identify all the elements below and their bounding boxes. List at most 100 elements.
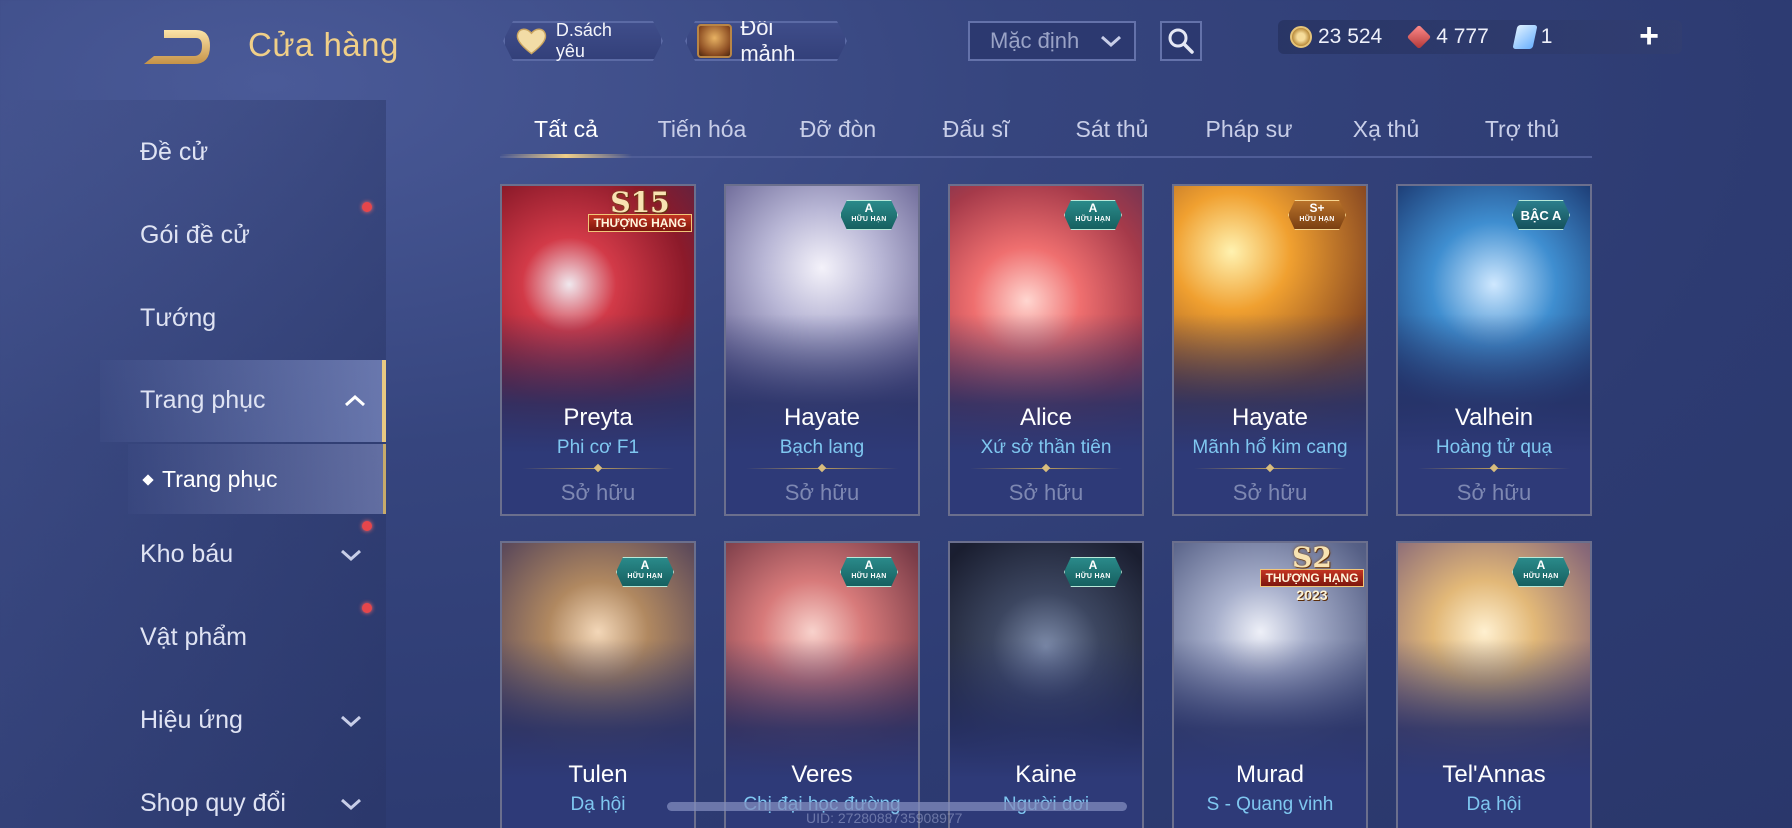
plus-icon: +	[1639, 17, 1659, 55]
skin-name: Dạ hội	[1466, 794, 1522, 815]
back-button[interactable]	[140, 24, 216, 70]
sidebar-item-label: Trang phục	[162, 466, 278, 492]
tab-tank[interactable]: Đỡ đòn	[800, 116, 876, 143]
chevron-down-icon	[1101, 35, 1121, 48]
notification-dot	[362, 521, 372, 531]
favorites-button[interactable]: D.sách yêu	[503, 21, 663, 61]
owned-status: Sở hữu	[784, 480, 860, 505]
sidebar-item-label: Vật phẩm	[140, 623, 248, 651]
tab-marksman[interactable]: Xạ thủ	[1353, 116, 1420, 143]
chevron-down-icon	[341, 549, 361, 561]
sidebar-item-skins[interactable]: Trang phục	[140, 386, 365, 415]
skin-name: Mãnh hổ kim cang	[1192, 437, 1348, 458]
sidebar-item-label: Tướng	[140, 304, 217, 332]
notification-dot	[362, 603, 372, 613]
sidebar-item-label: Shop quy đổi	[140, 789, 286, 817]
skin-card[interactable]: S2 THƯỢNG HẠNG 2023 Murad S - Quang vinh	[1172, 541, 1368, 828]
tab-support[interactable]: Trợ thủ	[1485, 116, 1559, 143]
season-badge: S2 THƯỢNG HẠNG 2023	[1256, 543, 1366, 603]
sidebar-item-label: Đề cử	[140, 138, 209, 166]
tab-evolution[interactable]: Tiến hóa	[658, 116, 747, 143]
owned-status: Sở hữu	[1008, 480, 1084, 505]
card-divider	[746, 468, 898, 469]
skin-card[interactable]: A HỮU HẠN Tel'Annas Dạ hội	[1396, 541, 1592, 828]
card-divider	[970, 468, 1122, 469]
rarity-badge: A HỮU HẠN	[840, 200, 898, 230]
skin-card[interactable]: A HỮU HẠN Alice Xứ sở thần tiên Sở hữu	[948, 184, 1144, 516]
tabs-divider	[500, 156, 1592, 158]
tab-assassin[interactable]: Sát thủ	[1076, 116, 1149, 143]
category-tabs: Tất cả Tiến hóa Đỡ đòn Đấu sĩ Sát thủ Ph…	[500, 106, 1592, 158]
top-up-button[interactable]: +	[1632, 17, 1666, 55]
skin-card[interactable]: AHỮU HẠN Veres Chị đại học đường	[724, 541, 920, 828]
sidebar-item-label: Gói đề cử	[140, 221, 250, 249]
skin-card[interactable]: S+ HỮU HẠN Hayate Mãnh hổ kim cang Sở hữu	[1172, 184, 1368, 516]
sidebar-item-recommended-bundles[interactable]: Gói đề cử	[140, 221, 250, 250]
voucher-currency: 4 777	[1407, 24, 1489, 50]
tab-fighter[interactable]: Đấu sĩ	[943, 116, 1009, 143]
gold-coin-icon	[1290, 26, 1312, 48]
sidebar-item-recommended[interactable]: Đề cử	[140, 138, 208, 167]
skin-name: Xứ sở thần tiên	[980, 437, 1112, 458]
skin-card[interactable]: AHỮU HẠN Kaine Người dơi	[948, 541, 1144, 828]
card-amount: 1	[1540, 25, 1553, 48]
tab-mage[interactable]: Pháp sư	[1205, 116, 1292, 143]
owned-status: Sở hữu	[1232, 480, 1308, 505]
search-icon	[1168, 28, 1194, 54]
hero-name: Murad	[1235, 761, 1305, 788]
gold-amount: 23 524	[1318, 25, 1383, 48]
back-arrow-icon	[144, 30, 210, 64]
sidebar-item-heroes[interactable]: Tướng	[140, 304, 216, 333]
owned-status: Sở hữu	[560, 480, 636, 505]
sort-value: Mặc định	[990, 28, 1080, 53]
sidebar-item-exchange-shop[interactable]: Shop quy đổi	[140, 789, 361, 818]
hero-name: Alice	[1019, 404, 1073, 431]
favorites-label: D.sách yêu	[555, 20, 612, 61]
notification-dot	[362, 202, 372, 212]
season-badge: S15 THƯỢNG HẠNG	[584, 188, 694, 232]
diamond-bullet-icon	[142, 473, 154, 486]
skin-name: Dạ hội	[570, 794, 626, 815]
chevron-down-icon	[341, 715, 361, 727]
heart-icon	[515, 26, 548, 56]
skin-name: Phi cơ F1	[556, 437, 640, 458]
card-divider	[522, 468, 674, 469]
page-title: Cửa hàng	[248, 26, 399, 63]
skin-card[interactable]: A HỮU HẠN Hayate Bạch lang Sở hữu	[724, 184, 920, 516]
hero-name: Tulen	[568, 761, 628, 788]
sidebar-item-items[interactable]: Vật phẩm	[140, 623, 247, 652]
hero-name: Valhein	[1454, 404, 1534, 431]
rarity-badge: A HỮU HẠN	[840, 557, 898, 587]
card-currency: 1	[1512, 25, 1553, 49]
skin-card[interactable]: S15 THƯỢNG HẠNG Preyta Phi cơ F1 Sở hữu	[500, 184, 696, 516]
hero-name: Preyta	[563, 404, 633, 431]
tab-all[interactable]: Tất cả	[534, 116, 598, 143]
scrollbar-thumb[interactable]	[667, 802, 1127, 811]
card-divider	[1418, 468, 1570, 469]
sidebar-subitem-skins[interactable]: Trang phục	[142, 466, 278, 493]
hero-name: Hayate	[1231, 404, 1309, 431]
sort-dropdown[interactable]: Mặc định	[968, 21, 1136, 61]
currency-bar: 23 524 4 777 1	[1278, 20, 1682, 54]
rarity-badge: S+ HỮU HẠN	[1288, 200, 1346, 230]
sidebar-item-treasure[interactable]: Kho báu	[140, 540, 361, 569]
sidebar-item-label: Kho báu	[140, 540, 234, 568]
chevron-up-icon	[345, 394, 365, 406]
card-divider	[1194, 468, 1346, 469]
chevron-down-icon	[341, 798, 361, 810]
sidebar-item-label: Hiệu ứng	[140, 706, 243, 734]
sidebar-item-label: Trang phục	[140, 386, 266, 414]
rarity-badge: A HỮU HẠN	[1064, 200, 1122, 230]
fragment-exchange-button[interactable]: Đổi mảnh	[685, 21, 847, 61]
hero-name: Kaine	[1015, 761, 1077, 788]
rarity-badge: A HỮU HẠN	[1512, 557, 1570, 587]
gold-currency: 23 524	[1290, 25, 1382, 49]
skin-card[interactable]: A HỮU HẠN Tulen Dạ hội	[500, 541, 696, 828]
search-button[interactable]	[1160, 21, 1202, 61]
hero-name: Veres	[791, 761, 853, 788]
skin-card[interactable]: BẬC A Valhein Hoàng tử quạ Sở hữu	[1396, 184, 1592, 516]
voucher-gem-icon	[1407, 24, 1432, 50]
chest-icon	[697, 24, 732, 58]
hero-name: Hayate	[783, 404, 861, 431]
sidebar-item-effects[interactable]: Hiệu ứng	[140, 706, 361, 735]
